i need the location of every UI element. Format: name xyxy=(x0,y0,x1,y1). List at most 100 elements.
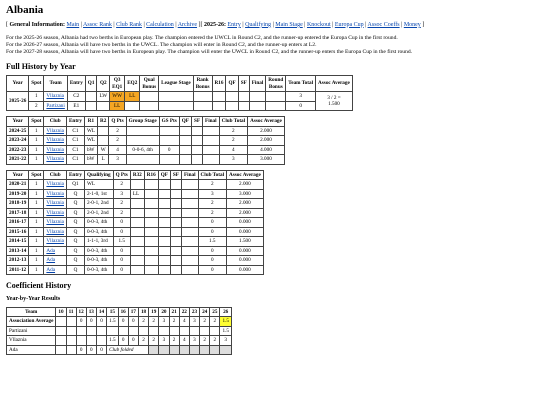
column-header: Assoc Average xyxy=(315,75,353,93)
column-header: R2 xyxy=(97,116,110,127)
club-link[interactable]: Vllaznia xyxy=(46,229,64,235)
club-link[interactable]: Vllaznia xyxy=(46,137,64,143)
r32-cell xyxy=(129,226,145,238)
coeff-cell: 2 xyxy=(168,335,180,346)
club-cell: Vllaznia xyxy=(43,226,67,238)
column-header: League Stage xyxy=(158,75,194,93)
coeff-cell: 2 xyxy=(209,316,221,327)
table-row: 2020-21 1 Vllaznia Q1 WL 2 2 2.000 xyxy=(5,179,264,190)
column-header: Club Total xyxy=(218,116,249,127)
column-header: EQ2 xyxy=(124,75,141,93)
spot-cell: 1 xyxy=(28,179,45,190)
qualifying-cell: 0-0-3, 4th xyxy=(83,217,114,228)
club-link[interactable]: Vllaznia xyxy=(46,181,64,187)
yby-heading: Year-by-Year Results xyxy=(6,296,61,303)
club-link[interactable]: Ada xyxy=(46,257,55,263)
coeff-cell: 0 xyxy=(75,316,87,327)
coeff-cell: 1.5 xyxy=(106,335,119,346)
nav-link-knockout[interactable]: Knockout xyxy=(307,22,331,28)
coeff-cell: 0 xyxy=(117,316,129,327)
nav-link-qualifying[interactable]: Qualifying xyxy=(245,22,271,28)
coeff-cell xyxy=(168,325,180,337)
gs-pts-cell: 0 xyxy=(158,144,180,156)
coeff-cell xyxy=(55,344,67,356)
club-link[interactable]: Vllaznia xyxy=(46,210,64,216)
column-header: 19 xyxy=(148,306,160,318)
column-header: Q1 xyxy=(84,75,98,93)
coeff-table: Team 10 11 12 13 14 15 16 17 18 19 20 21 22 23 24 25 26 A… xyxy=(5,306,232,356)
club-cell: Ada xyxy=(43,255,67,266)
coeff-cell: 2 xyxy=(199,316,211,327)
column-header: Club xyxy=(43,169,67,181)
club-link[interactable]: Vllaznia xyxy=(46,147,64,153)
club-cell: Vllaznia xyxy=(43,198,67,209)
column-header: R16 xyxy=(211,75,227,93)
team-cell: Association Average xyxy=(5,316,57,327)
group-stage-cell xyxy=(125,135,160,146)
q1-cell xyxy=(84,91,98,102)
club-cell: Vllaznia xyxy=(43,236,67,247)
column-header: 12 xyxy=(75,306,87,318)
club-link[interactable]: Ada xyxy=(46,248,55,254)
team-cell: Vllaznia xyxy=(5,335,57,346)
column-header: Q3 EQ1 xyxy=(109,75,126,93)
r1-cell: bW xyxy=(83,154,99,165)
r32-cell xyxy=(129,198,145,209)
full-history-heading: Full History by Year xyxy=(6,62,76,72)
club-link[interactable]: Vllaznia xyxy=(46,238,64,244)
nav-link-assoc-coeffs[interactable]: Assoc Coeffs xyxy=(368,22,400,28)
club-link[interactable]: Vllaznia xyxy=(46,93,64,99)
nav-link-main-stage[interactable]: Main Stage xyxy=(275,22,303,28)
notes: For the 2025-26 season, Albania had two … xyxy=(6,35,534,56)
table-row: Partizani 1.5 xyxy=(5,325,232,337)
nav-link-money[interactable]: Money xyxy=(404,22,421,28)
qpts-cell: 0 xyxy=(112,217,131,228)
sf-cell xyxy=(190,125,204,137)
club-link[interactable]: Vllaznia xyxy=(46,200,64,206)
year-cell: 2019-20 xyxy=(5,188,30,200)
coeff-cell: 4 xyxy=(178,316,190,327)
assoc-average-cell: 0.000 xyxy=(226,245,264,257)
qf-cell xyxy=(157,226,171,238)
year-cell: 2012-13 xyxy=(5,255,30,266)
group-stage-cell xyxy=(125,154,160,165)
club-total-cell: 1.5 xyxy=(197,236,228,247)
table-row: 2022-23 1 Vllaznia C1 bW W 4 0-0-6, 4th 0 4 4.000 xyxy=(5,144,285,156)
sf-cell xyxy=(169,217,182,228)
qualifying-cell: 2-1-0, 1st xyxy=(83,188,114,200)
entry-cell: C1 xyxy=(65,125,85,137)
assoc-average-cell: 0.000 xyxy=(226,226,264,238)
sf-cell xyxy=(169,245,182,257)
club-link[interactable]: Vllaznia xyxy=(46,128,64,134)
coeff-cell xyxy=(106,325,119,337)
coeff-cell: 1.5 xyxy=(219,316,232,327)
column-header: Q Pts xyxy=(108,116,127,127)
club-link[interactable]: Partizani xyxy=(46,103,64,109)
final-cell xyxy=(180,198,199,209)
nav-link-europa-cup[interactable]: Europa Cup xyxy=(335,22,364,28)
coeff-cell: 3 xyxy=(219,335,232,346)
nav-link-entry[interactable]: Entry xyxy=(228,22,241,28)
round-bonus-cell xyxy=(265,100,287,112)
nav-link-calculation[interactable]: Calculation xyxy=(146,22,174,28)
table-row: 2021-22 1 Vllaznia C1 bW L 3 3 3.000 xyxy=(5,154,285,165)
club-link[interactable]: Vllaznia xyxy=(46,156,64,162)
column-header: 11 xyxy=(65,306,77,318)
club-link[interactable]: Vllaznia xyxy=(46,219,64,225)
table-row: 2 Partizani E1 LL 0 xyxy=(7,100,353,112)
club-link[interactable]: Ada xyxy=(46,267,55,273)
column-header: 26 xyxy=(219,306,232,318)
q2-cell: LW xyxy=(96,91,111,102)
entry-cell: Q xyxy=(65,245,85,257)
nav-link-main[interactable]: Main xyxy=(67,22,80,28)
club-total-cell: 0 xyxy=(197,255,228,266)
nav-link-club-rank[interactable]: Club Rank xyxy=(116,22,142,28)
coeff-cell: 1.5 xyxy=(219,325,232,337)
club-link[interactable]: Vllaznia xyxy=(46,191,64,197)
club-total-cell: 0 xyxy=(197,217,228,228)
club-cell: Vllaznia xyxy=(43,125,67,137)
nav-link-assoc-rank[interactable]: Assoc Rank xyxy=(83,22,112,28)
nav-link-archive[interactable]: Archive xyxy=(178,22,197,28)
spot-cell: 1 xyxy=(28,198,45,209)
coeff-cell: 4 xyxy=(178,335,190,346)
